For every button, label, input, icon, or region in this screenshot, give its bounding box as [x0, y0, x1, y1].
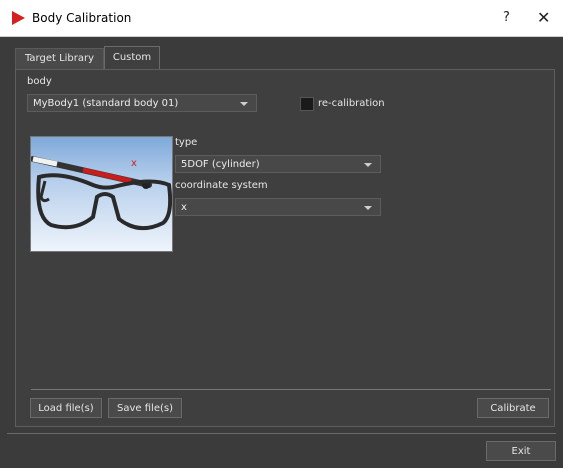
tab-custom-label: Custom — [112, 52, 152, 63]
chevron-down-icon — [364, 206, 372, 210]
type-select[interactable]: 5DOF (cylinder) — [175, 155, 381, 173]
app-logo-icon — [12, 11, 25, 25]
exit-button[interactable]: Exit — [486, 441, 556, 461]
coordinate-system-select[interactable]: x — [175, 198, 381, 216]
load-files-label: Load file(s) — [38, 403, 94, 414]
custom-panel: body MyBody1 (standard body 01) re-calib… — [15, 69, 555, 427]
tab-target-library-label: Target Library — [24, 53, 95, 64]
type-label: type — [175, 137, 198, 148]
body-preview-image: x — [30, 136, 173, 252]
calibrate-label: Calibrate — [490, 403, 536, 414]
panel-divider — [31, 389, 551, 390]
coordinate-system-value: x — [181, 202, 187, 213]
help-button[interactable]: ? — [503, 10, 510, 25]
axis-x-marker: x — [131, 158, 137, 169]
body-select[interactable]: MyBody1 (standard body 01) — [27, 94, 257, 112]
recalibration-checkbox[interactable] — [300, 97, 314, 111]
calibrate-button[interactable]: Calibrate — [477, 398, 549, 418]
exit-label: Exit — [511, 446, 531, 457]
chevron-down-icon — [364, 163, 372, 167]
footer-divider — [7, 433, 556, 434]
window-title: Body Calibration — [32, 11, 132, 25]
title-bar: Body Calibration ? ✕ — [0, 0, 563, 37]
tab-target-library[interactable]: Target Library — [15, 48, 104, 69]
save-files-button[interactable]: Save file(s) — [108, 398, 182, 418]
save-files-label: Save file(s) — [117, 403, 173, 414]
type-select-value: 5DOF (cylinder) — [181, 159, 260, 170]
coordinate-system-label: coordinate system — [175, 180, 268, 191]
tab-custom[interactable]: Custom — [104, 46, 160, 71]
close-button[interactable]: ✕ — [537, 8, 550, 27]
body-select-value: MyBody1 (standard body 01) — [33, 98, 179, 109]
load-files-button[interactable]: Load file(s) — [30, 398, 102, 418]
glasses-target-icon — [31, 156, 172, 231]
chevron-down-icon — [240, 102, 248, 106]
recalibration-label[interactable]: re-calibration — [318, 98, 385, 109]
body-label: body — [27, 76, 52, 87]
